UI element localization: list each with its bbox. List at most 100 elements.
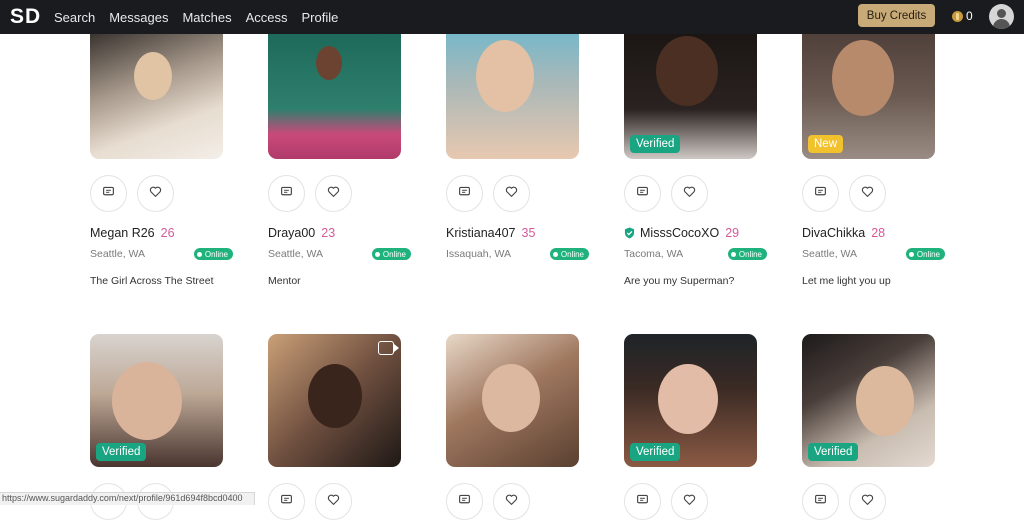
- message-button[interactable]: [446, 483, 483, 520]
- profile-name-row[interactable]: Draya00 23: [268, 226, 335, 240]
- online-dot-icon: [908, 251, 914, 257]
- message-button[interactable]: [624, 175, 661, 212]
- message-button[interactable]: [90, 175, 127, 212]
- profile-tagline: Let me light you up: [802, 275, 891, 287]
- profile-tagline: Mentor: [268, 275, 301, 287]
- profile-name: Megan R26: [90, 226, 155, 240]
- online-label: Online: [916, 249, 940, 259]
- profile-location: Seattle, WA: [802, 248, 858, 260]
- favorite-button[interactable]: [671, 483, 708, 520]
- nav-messages[interactable]: Messages: [109, 10, 168, 25]
- account-avatar[interactable]: [989, 4, 1014, 29]
- logo[interactable]: SD: [10, 5, 44, 29]
- online-label: Online: [738, 249, 762, 259]
- profile-actions: [446, 175, 540, 212]
- verified-badge: Verified: [808, 443, 859, 461]
- profile-photo[interactable]: [446, 334, 579, 467]
- new-badge: New: [808, 135, 844, 153]
- profile-name: MisssCocoXO: [640, 226, 720, 240]
- message-icon: [636, 493, 649, 511]
- profile-photo[interactable]: Verified: [90, 334, 223, 467]
- profile-age: 23: [321, 226, 336, 240]
- profile-age: 29: [725, 226, 740, 240]
- profile-photo[interactable]: [90, 34, 223, 159]
- heart-icon: [683, 493, 696, 511]
- profile-photo[interactable]: [268, 34, 401, 159]
- profile-age: 26: [160, 226, 175, 240]
- profile-name: DivaChikka: [802, 226, 866, 240]
- profile-name-row[interactable]: DivaChikka 28: [802, 226, 885, 240]
- user-icon: [997, 9, 1006, 18]
- message-button[interactable]: [446, 175, 483, 212]
- verified-badge: Verified: [96, 443, 147, 461]
- message-icon: [458, 185, 471, 203]
- heart-icon: [861, 493, 874, 511]
- top-navigation-bar: SD Search Messages Matches Access Profil…: [0, 0, 1024, 34]
- favorite-button[interactable]: [849, 483, 886, 520]
- profile-actions: [802, 483, 896, 520]
- video-camera-icon: [378, 341, 399, 355]
- profile-actions: [268, 483, 362, 520]
- favorite-button[interactable]: [315, 483, 352, 520]
- profile-photo[interactable]: Verified: [624, 334, 757, 467]
- online-status-badge: Online: [727, 248, 767, 260]
- credit-count: 0: [966, 9, 973, 23]
- favorite-button[interactable]: [671, 175, 708, 212]
- online-status-badge: Online: [371, 248, 411, 260]
- profile-actions: [624, 175, 718, 212]
- heart-icon: [149, 185, 162, 203]
- profile-location-row: Seattle, WA Online: [90, 248, 235, 260]
- online-dot-icon: [196, 251, 202, 257]
- profile-tagline: The Girl Across The Street: [90, 275, 214, 287]
- coin-icon: [952, 10, 963, 22]
- verified-badge: Verified: [630, 135, 681, 153]
- profile-actions: [802, 175, 896, 212]
- nav-matches[interactable]: Matches: [182, 10, 231, 25]
- message-icon: [814, 493, 827, 511]
- favorite-button[interactable]: [493, 175, 530, 212]
- profile-actions: [446, 483, 540, 520]
- main-nav: Search Messages Matches Access Profile: [54, 10, 352, 25]
- profile-location-row: Tacoma, WA Online: [624, 248, 769, 260]
- favorite-button[interactable]: [137, 175, 174, 212]
- nav-search[interactable]: Search: [54, 10, 95, 25]
- message-icon: [280, 493, 293, 511]
- profile-name: Kristiana407: [446, 226, 516, 240]
- favorite-button[interactable]: [493, 483, 530, 520]
- online-label: Online: [382, 249, 406, 259]
- online-dot-icon: [730, 251, 736, 257]
- profile-photo[interactable]: Verified: [802, 334, 935, 467]
- profile-name-row[interactable]: MisssCocoXO 29: [624, 226, 739, 240]
- profile-actions: [90, 175, 184, 212]
- message-button[interactable]: [802, 175, 839, 212]
- profile-name-row[interactable]: Kristiana407 35: [446, 226, 535, 240]
- shield-check-icon: [624, 227, 635, 239]
- buy-credits-button[interactable]: Buy Credits: [858, 4, 935, 27]
- heart-icon: [505, 493, 518, 511]
- verified-badge: Verified: [630, 443, 681, 461]
- online-status-badge: Online: [549, 248, 589, 260]
- heart-icon: [505, 185, 518, 203]
- nav-access[interactable]: Access: [246, 10, 288, 25]
- message-button[interactable]: [624, 483, 661, 520]
- profile-photo[interactable]: Verified: [624, 34, 757, 159]
- favorite-button[interactable]: [315, 175, 352, 212]
- nav-profile[interactable]: Profile: [302, 10, 339, 25]
- profile-age: 28: [871, 226, 886, 240]
- message-icon: [636, 185, 649, 203]
- favorite-button[interactable]: [849, 175, 886, 212]
- profile-photo[interactable]: New: [802, 34, 935, 159]
- message-button[interactable]: [268, 175, 305, 212]
- message-button[interactable]: [802, 483, 839, 520]
- credit-balance[interactable]: 0: [952, 9, 973, 23]
- online-status-badge: Online: [905, 248, 945, 260]
- online-label: Online: [560, 249, 584, 259]
- profile-name-row[interactable]: Megan R26 26: [90, 226, 175, 240]
- profile-location: Seattle, WA: [268, 248, 324, 260]
- message-icon: [458, 493, 471, 511]
- message-button[interactable]: [268, 483, 305, 520]
- heart-icon: [327, 185, 340, 203]
- profile-photo[interactable]: [446, 34, 579, 159]
- profile-location-row: Seattle, WA Online: [268, 248, 413, 260]
- profile-photo[interactable]: [268, 334, 401, 467]
